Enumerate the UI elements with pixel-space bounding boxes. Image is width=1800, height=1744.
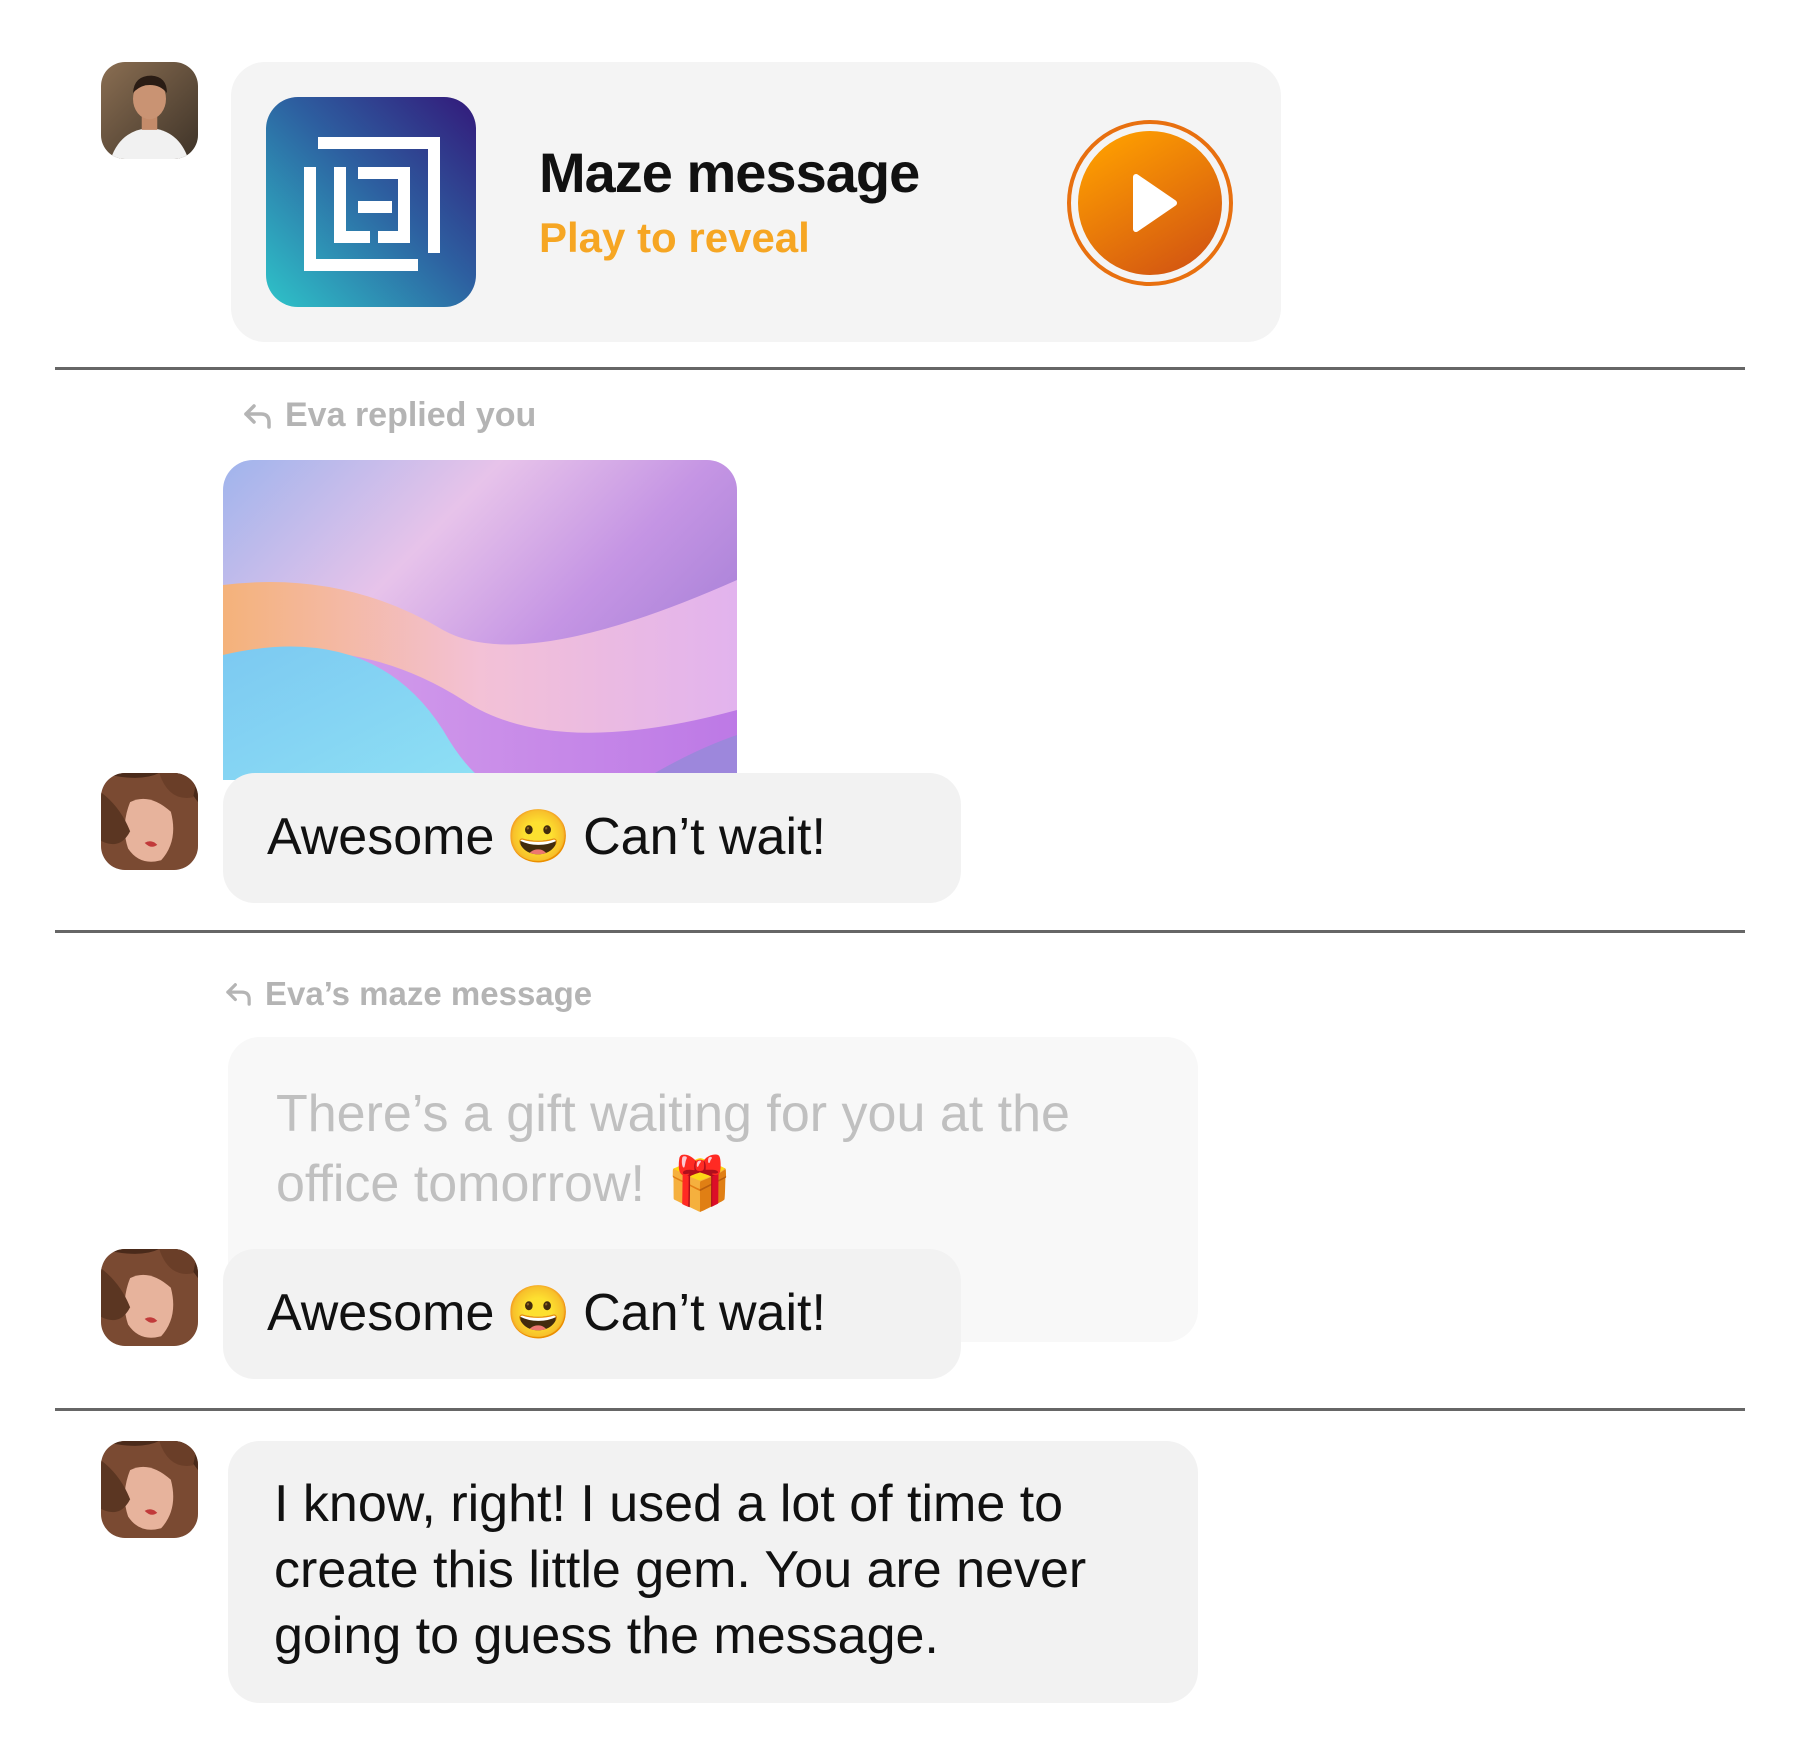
avatar-man[interactable] [101,62,198,159]
reply-label-text: Eva replied you [285,396,537,434]
message-text-before: Awesome [267,807,495,866]
message-text: I know, right! I used a lot of time to c… [274,1475,1087,1665]
play-button[interactable] [1066,119,1234,287]
reply-label: Eva replied you [243,396,536,435]
message-bubble[interactable]: I know, right! I used a lot of time to c… [228,1441,1198,1703]
grinning-face-emoji: 😀 [506,1284,572,1342]
message-bubble[interactable]: Awesome 😀 Can’t wait! [223,773,961,903]
reply-arrow-icon [226,983,251,1006]
avatar-eva-image [101,1441,198,1538]
reply-arrow-icon [244,403,271,429]
maze-logo-icon [266,97,476,307]
reply-label-text: Eva’s maze message [265,975,593,1012]
maze-message-title: Maze message [539,141,920,204]
avatar-man-image [101,62,198,159]
maze-message-subtitle: Play to reveal [539,214,810,261]
shared-image[interactable] [223,460,737,780]
reply-label: Eva’s maze message [225,975,592,1013]
avatar-eva-image [101,1249,198,1346]
message-bubble[interactable]: Awesome 😀 Can’t wait! [223,1249,961,1379]
section-divider [55,1408,1745,1411]
maze-message-card[interactable]: Maze message Play to reveal [231,62,1281,342]
avatar-eva-image [101,773,198,870]
section-divider [55,367,1745,370]
section-divider [55,930,1745,933]
message-text-after: Can’t wait! [583,807,826,866]
message-text-after: Can’t wait! [583,1283,826,1342]
gift-emoji: 🎁 [667,1155,733,1213]
message-text-before: Awesome [267,1283,495,1342]
avatar-eva[interactable] [101,773,198,870]
avatar-eva[interactable] [101,1249,198,1346]
grinning-face-emoji: 😀 [506,808,572,866]
avatar-eva[interactable] [101,1441,198,1538]
